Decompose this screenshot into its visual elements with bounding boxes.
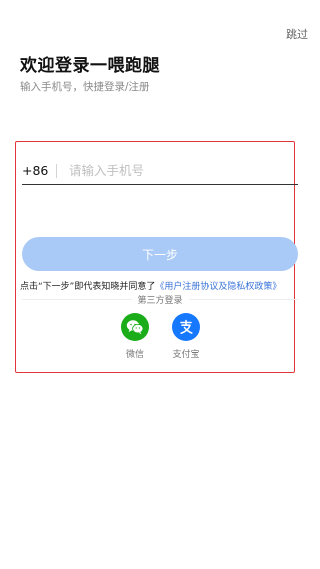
alipay-icon <box>172 313 200 341</box>
next-button[interactable]: 下一步 <box>22 237 298 271</box>
third-party-divider: 第三方登录 <box>22 293 299 306</box>
country-code-selector[interactable]: +86 <box>22 163 52 178</box>
wechat-icon <box>121 313 149 341</box>
page-subtitle: 输入手机号，快捷登录/注册 <box>20 81 150 93</box>
wechat-login-button[interactable]: 微信 <box>115 313 155 360</box>
skip-button[interactable]: 跳过 <box>286 26 308 42</box>
divider-line-left <box>22 298 132 300</box>
agreement-prefix: 点击“下一步”即代表知晓并同意了 <box>20 282 156 292</box>
alipay-login-button[interactable]: 支付宝 <box>166 313 206 360</box>
phone-divider <box>56 163 57 178</box>
agreement-link[interactable]: 《用户注册协议及隐私权政策》 <box>155 282 281 292</box>
wechat-label: 微信 <box>125 350 144 360</box>
phone-input-row: +86 <box>22 157 298 185</box>
alipay-label: 支付宝 <box>172 350 200 360</box>
phone-input[interactable] <box>69 163 269 178</box>
divider-line-right <box>188 298 299 300</box>
page-title: 欢迎登录一喂跑腿 <box>20 56 160 76</box>
agreement-text: 点击“下一步”即代表知晓并同意了《用户注册协议及隐私权政策》 <box>20 279 281 292</box>
third-party-label: 第三方登录 <box>137 295 183 306</box>
